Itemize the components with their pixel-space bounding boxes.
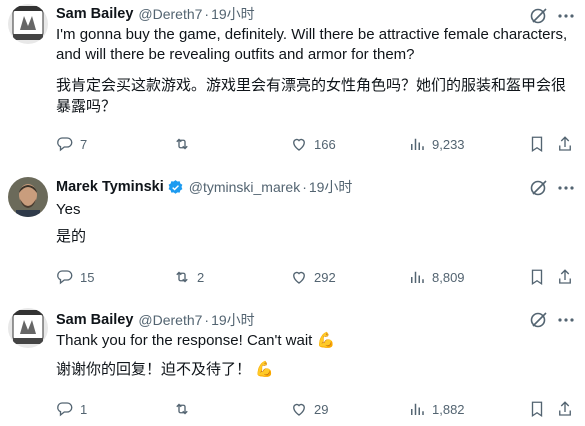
tweet-header: Marek Tyminski @tyminski_marek · 19小时 [56,177,352,197]
repost-button[interactable] [173,399,197,419]
views-button[interactable]: 8,809 [408,267,465,287]
share-icon [559,401,571,416]
separator-dot: · [204,312,210,328]
reply-button[interactable]: 15 [56,267,94,287]
author-name[interactable]: Sam Bailey [56,312,133,328]
timestamp[interactable]: 19小时 [211,310,255,330]
more-icon[interactable] [557,7,575,25]
reply-button[interactable]: 7 [56,134,87,154]
like-button[interactable]: 29 [290,399,328,419]
tweet-header: Sam Bailey @Dereth7 · 19小时 [56,310,255,330]
grok-icon[interactable] [529,178,549,198]
reply-count: 7 [80,136,88,152]
tweet-actions: 1 29 1,882 [56,399,574,419]
views-count: 8,809 [432,269,465,285]
separator-dot: · [204,6,210,22]
reply-icon [57,137,73,152]
tweet-actions: 7 166 9,233 [56,134,574,154]
tweet-actions: 15 2 292 8,809 [56,267,574,287]
avatar[interactable] [8,177,48,217]
tweet-3[interactable]: Sam Bailey @Dereth7 · 19小时 Thank you for… [0,300,585,426]
grok-icon[interactable] [529,310,549,330]
repost-button[interactable]: 2 [173,267,204,287]
views-button[interactable]: 9,233 [408,134,465,154]
tweet-2[interactable]: Marek Tyminski @tyminski_marek · 19小时 Ye… [0,170,585,300]
author-name[interactable]: Marek Tyminski [56,179,164,195]
bookmark-icon [531,136,543,153]
views-icon [411,403,424,415]
like-count: 166 [314,136,336,152]
tweet-1[interactable]: Sam Bailey @Dereth7 · 19小时 I'm gonna buy… [0,0,585,170]
author-handle[interactable]: @Dereth7 [138,312,202,328]
separator-dot: · [302,179,307,195]
avatar[interactable] [8,4,48,44]
more-icon[interactable] [557,311,575,329]
reply-icon [57,402,73,417]
like-icon [293,271,305,284]
views-count: 9,233 [432,136,465,152]
views-icon [411,138,424,150]
repost-button[interactable] [173,134,197,154]
grok-icon[interactable] [529,6,549,26]
tweet-text-en: Thank you for the response! Can't wait 💪 [56,332,336,349]
share-icon [559,269,571,284]
repost-count: 2 [197,269,205,285]
views-count: 1,882 [432,401,465,417]
share-icon [559,136,571,151]
tweet-text-en: I'm gonna buy the game, definitely. Will… [56,26,568,63]
like-icon [293,138,305,151]
tweet-header: Sam Bailey @Dereth7 · 19小时 [56,4,255,24]
repost-icon [176,271,188,283]
reply-button[interactable]: 1 [56,399,87,419]
bookmark-button[interactable] [528,134,546,154]
bookmark-icon [531,401,543,418]
share-button[interactable] [556,399,574,419]
like-count: 292 [314,269,336,285]
timestamp[interactable]: 19小时 [211,4,255,24]
author-name[interactable]: Sam Bailey [56,6,133,22]
tweet-text-zh: 谢谢你的回复！迫不及待了！ 💪 [56,361,274,378]
tweet-text-zh: 是的 [56,228,87,245]
like-icon [293,403,305,416]
bookmark-icon [531,269,543,286]
repost-icon [176,403,188,415]
tweet-text-en: Yes [56,201,81,218]
avatar[interactable] [8,308,48,348]
share-button[interactable] [556,267,574,287]
views-icon [411,271,424,283]
author-handle[interactable]: @Dereth7 [138,6,202,22]
timestamp[interactable]: 19小时 [309,177,353,197]
bookmark-button[interactable] [528,399,546,419]
views-button[interactable]: 1,882 [408,399,465,419]
reply-count: 15 [80,269,95,285]
like-button[interactable]: 292 [290,267,336,287]
reply-icon [57,270,73,285]
verified-badge-icon [168,179,183,194]
bookmark-button[interactable] [528,267,546,287]
like-count: 29 [314,401,329,417]
author-handle[interactable]: @tyminski_marek [189,179,300,195]
share-button[interactable] [556,134,574,154]
tweet-text-zh: 我肯定会买这款游戏。游戏里会有漂亮的女性角色吗？她们的服装和盔甲会很暴露吗？ [56,77,567,115]
like-button[interactable]: 166 [290,134,336,154]
reply-count: 1 [80,401,88,417]
more-icon[interactable] [557,179,575,197]
repost-icon [176,138,188,150]
